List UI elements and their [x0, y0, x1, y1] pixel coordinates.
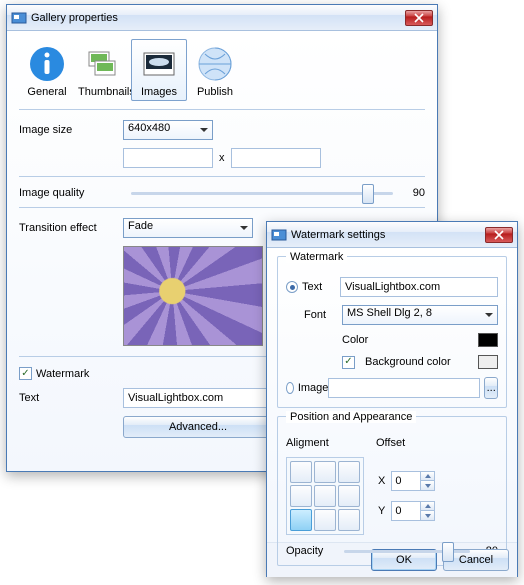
- spin-up[interactable]: [420, 502, 434, 511]
- window-title: Watermark settings: [291, 229, 485, 241]
- tab-label: Images: [134, 86, 184, 98]
- quality-value: 90: [401, 187, 425, 199]
- browse-button[interactable]: ...: [484, 377, 498, 399]
- slider-thumb[interactable]: [442, 542, 454, 562]
- group-label: Watermark: [286, 251, 347, 263]
- spin-down[interactable]: [420, 511, 434, 520]
- image-size-select[interactable]: 640x480: [123, 120, 213, 140]
- spin-down[interactable]: [420, 481, 434, 490]
- app-icon: [271, 227, 287, 243]
- height-input[interactable]: [231, 148, 321, 168]
- watermark-group: Watermark Text Font MS Shell Dlg 2, 8 Co…: [277, 256, 507, 408]
- alignment-label: Aligment: [286, 437, 376, 449]
- watermark-text-input[interactable]: [123, 388, 273, 408]
- image-radio[interactable]: [286, 382, 294, 394]
- align-mc[interactable]: [314, 485, 336, 507]
- x-spinner[interactable]: [391, 471, 435, 491]
- opacity-slider[interactable]: [344, 550, 470, 553]
- tab-label: Thumbnails: [78, 86, 128, 98]
- font-label: Font: [304, 309, 342, 321]
- alignment-grid: [286, 457, 364, 535]
- tab-publish[interactable]: Publish: [187, 39, 243, 101]
- images-icon: [139, 44, 179, 84]
- position-group: Position and Appearance Aligment Offset: [277, 416, 507, 566]
- align-tr[interactable]: [338, 461, 360, 483]
- tab-label: Publish: [190, 86, 240, 98]
- info-icon: [27, 44, 67, 84]
- align-ml[interactable]: [290, 485, 312, 507]
- publish-icon: [195, 44, 235, 84]
- transition-preview: [123, 246, 263, 346]
- quality-label: Image quality: [19, 187, 123, 199]
- close-button[interactable]: [405, 10, 433, 26]
- wm-image-input[interactable]: [328, 378, 480, 398]
- watermark-checkbox[interactable]: [19, 367, 32, 380]
- align-bl[interactable]: [290, 509, 312, 531]
- spin-up[interactable]: [420, 472, 434, 481]
- text-radio[interactable]: [286, 281, 298, 293]
- width-input[interactable]: [123, 148, 213, 168]
- align-bc[interactable]: [314, 509, 336, 531]
- align-br[interactable]: [338, 509, 360, 531]
- align-tl[interactable]: [290, 461, 312, 483]
- text-radio-label: Text: [302, 281, 340, 293]
- quality-slider[interactable]: [131, 192, 393, 195]
- slider-thumb[interactable]: [362, 184, 374, 204]
- titlebar[interactable]: Watermark settings: [267, 222, 517, 248]
- opacity-label: Opacity: [286, 545, 336, 557]
- text-label: Text: [19, 392, 123, 404]
- x-label: X: [378, 475, 385, 487]
- align-mr[interactable]: [338, 485, 360, 507]
- x-input[interactable]: [392, 472, 420, 490]
- wm-text-input[interactable]: [340, 277, 498, 297]
- y-input[interactable]: [392, 502, 420, 520]
- image-size-label: Image size: [19, 124, 123, 136]
- y-label: Y: [378, 505, 385, 517]
- image-radio-label: Image: [298, 382, 329, 394]
- align-tc[interactable]: [314, 461, 336, 483]
- window-title: Gallery properties: [31, 12, 405, 24]
- titlebar[interactable]: Gallery properties: [7, 5, 437, 31]
- tab-images[interactable]: Images: [131, 39, 187, 101]
- watermark-settings-window: Watermark settings Watermark Text Font M…: [266, 221, 518, 577]
- color-picker[interactable]: [478, 333, 498, 347]
- bgcolor-checkbox[interactable]: [342, 356, 355, 369]
- tab-general[interactable]: General: [19, 39, 75, 101]
- close-button[interactable]: [485, 227, 513, 243]
- y-spinner[interactable]: [391, 501, 435, 521]
- bgcolor-picker[interactable]: [478, 355, 498, 369]
- app-icon: [11, 10, 27, 26]
- bgcolor-label: Background color: [365, 356, 451, 368]
- tab-thumbnails[interactable]: Thumbnails: [75, 39, 131, 101]
- color-label: Color: [342, 334, 368, 346]
- transition-select[interactable]: Fade: [123, 218, 253, 238]
- transition-label: Transition effect: [19, 222, 123, 234]
- font-select[interactable]: MS Shell Dlg 2, 8: [342, 305, 498, 325]
- offset-label: Offset: [376, 437, 405, 449]
- dimension-separator: x: [219, 152, 225, 164]
- advanced-button[interactable]: Advanced...: [123, 416, 273, 438]
- tab-label: General: [22, 86, 72, 98]
- watermark-label: Watermark: [36, 368, 89, 380]
- thumbnails-icon: [83, 44, 123, 84]
- group-label: Position and Appearance: [286, 411, 416, 423]
- tab-bar: General Thumbnails Images Publish: [19, 39, 425, 101]
